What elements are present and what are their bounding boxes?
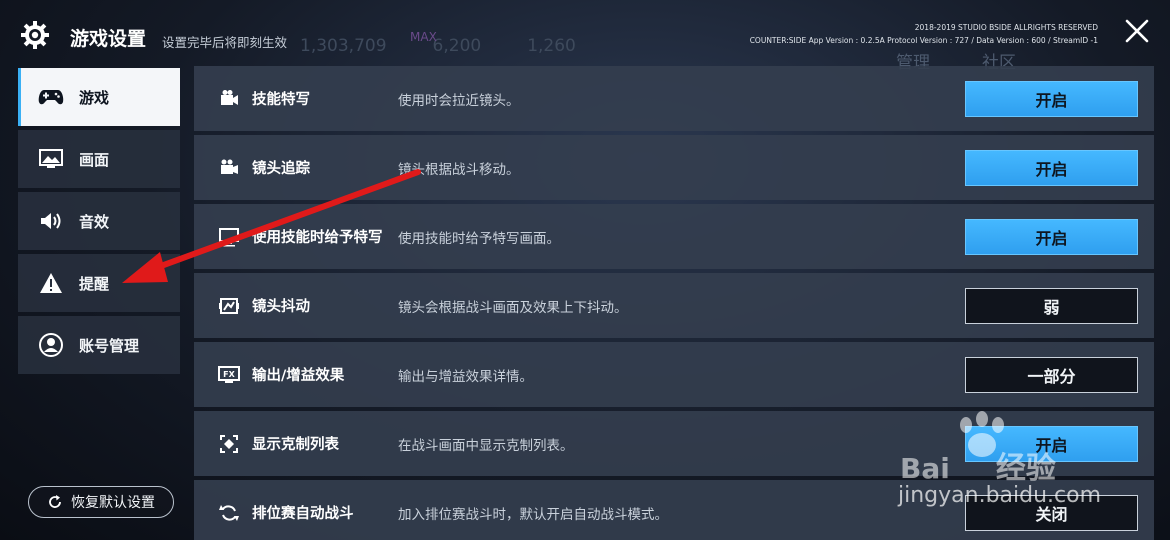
camera-zoom-icon xyxy=(218,88,240,110)
setting-row-ranked-auto-battle: 排位赛自动战斗 加入排位赛战斗时，默认开启自动战斗模式。 关闭 xyxy=(194,480,1154,540)
setting-row-camera-tracking: 镜头追踪 镜头根据战斗移动。 开启 xyxy=(194,135,1154,200)
sidebar-item-sound[interactable]: 音效 xyxy=(18,192,180,250)
fx-icon: FX xyxy=(218,364,240,386)
setting-label: 排位赛自动战斗 xyxy=(252,506,354,522)
sidebar-item-label: 音效 xyxy=(79,212,110,231)
setting-row-camera-shake: 镜头抖动 镜头会根据战斗画面及效果上下抖动。 弱 xyxy=(194,273,1154,338)
setting-label: 使用技能时给予特写 xyxy=(252,230,383,246)
setting-row-counter-list: 显示克制列表 在战斗画面中显示克制列表。 开启 xyxy=(194,411,1154,476)
shake-icon xyxy=(218,295,240,317)
camera-track-icon xyxy=(218,157,240,179)
setting-label: 镜头追踪 xyxy=(252,161,310,177)
setting-description: 在战斗画面中显示克制列表。 xyxy=(398,437,574,454)
setting-row-skill-use-closeup: 使用技能时给予特写 使用技能时给予特写画面。 开启 xyxy=(194,204,1154,269)
setting-label: 输出/增益效果 xyxy=(252,368,345,384)
sidebar-item-label: 画面 xyxy=(79,150,110,169)
counter-list-icon xyxy=(218,433,240,455)
select-output-effects[interactable]: 一部分 xyxy=(965,356,1138,393)
toggle-ranked-auto-battle[interactable]: 关闭 xyxy=(965,494,1138,531)
setting-label: 技能特写 xyxy=(252,92,310,108)
version-line: COUNTER:SIDE App Version : 0.2.5A Protoc… xyxy=(749,36,1098,45)
refresh-icon xyxy=(49,495,61,508)
setting-label: 镜头抖动 xyxy=(252,299,310,315)
auto-battle-icon xyxy=(218,502,240,524)
toggle-counter-list[interactable]: 开启 xyxy=(965,425,1138,462)
warning-icon xyxy=(37,271,65,295)
display-icon xyxy=(37,147,65,171)
sidebar-item-label: 提醒 xyxy=(79,274,110,293)
setting-description: 输出与增益效果详情。 xyxy=(398,368,533,385)
svg-text:FX: FX xyxy=(223,370,235,379)
account-icon xyxy=(37,333,65,357)
reset-defaults-button[interactable]: 恢复默认设置 xyxy=(28,486,174,518)
select-camera-shake[interactable]: 弱 xyxy=(965,287,1138,324)
close-icon[interactable] xyxy=(1124,18,1150,44)
sidebar-item-reminder[interactable]: 提醒 xyxy=(18,254,180,312)
speaker-icon xyxy=(37,209,65,233)
sidebar-item-game[interactable]: 游戏 xyxy=(18,68,180,126)
toggle-skill-use-closeup[interactable]: 开启 xyxy=(965,218,1138,255)
version-info: 2018-2019 STUDIO BSIDE ALLRIGHTS RESERVE… xyxy=(750,21,1098,47)
header: 游戏设置 设置完毕后将即刻生效 2018-2019 STUDIO BSIDE A… xyxy=(0,0,1170,68)
sidebar-item-display[interactable]: 画面 xyxy=(18,130,180,188)
page-subtitle: 设置完毕后将即刻生效 xyxy=(162,35,288,50)
setting-description: 使用技能时给予特写画面。 xyxy=(398,230,560,247)
toggle-skill-closeup[interactable]: 开启 xyxy=(965,80,1138,117)
setting-row-output-effects: FX 输出/增益效果 输出与增益效果详情。 一部分 xyxy=(194,342,1154,407)
sidebar-item-account[interactable]: 账号管理 xyxy=(18,316,180,374)
page-title: 游戏设置 xyxy=(70,28,147,50)
sidebar-item-label: 账号管理 xyxy=(79,336,140,355)
gamepad-icon xyxy=(37,85,65,109)
setting-label: 显示克制列表 xyxy=(252,437,339,453)
setting-description: 使用时会拉近镜头。 xyxy=(398,92,520,109)
reset-defaults-label: 恢复默认设置 xyxy=(71,495,155,511)
setting-row-skill-closeup: 技能特写 使用时会拉近镜头。 开启 xyxy=(194,66,1154,131)
settings-sidebar: 游戏 画面 音效 提醒 账号管理 xyxy=(18,68,180,378)
settings-list: 技能特写 使用时会拉近镜头。 开启 镜头追踪 镜头根据战斗移动。 开启 使用技能… xyxy=(194,66,1154,540)
monitor-icon xyxy=(218,226,240,248)
toggle-camera-tracking[interactable]: 开启 xyxy=(965,149,1138,186)
setting-description: 镜头根据战斗移动。 xyxy=(398,161,520,178)
gear-icon xyxy=(21,21,49,49)
sidebar-item-label: 游戏 xyxy=(79,88,110,107)
setting-description: 镜头会根据战斗画面及效果上下抖动。 xyxy=(398,299,628,316)
copyright-line: 2018-2019 STUDIO BSIDE ALLRIGHTS RESERVE… xyxy=(914,23,1098,32)
setting-description: 加入排位赛战斗时，默认开启自动战斗模式。 xyxy=(398,506,668,523)
